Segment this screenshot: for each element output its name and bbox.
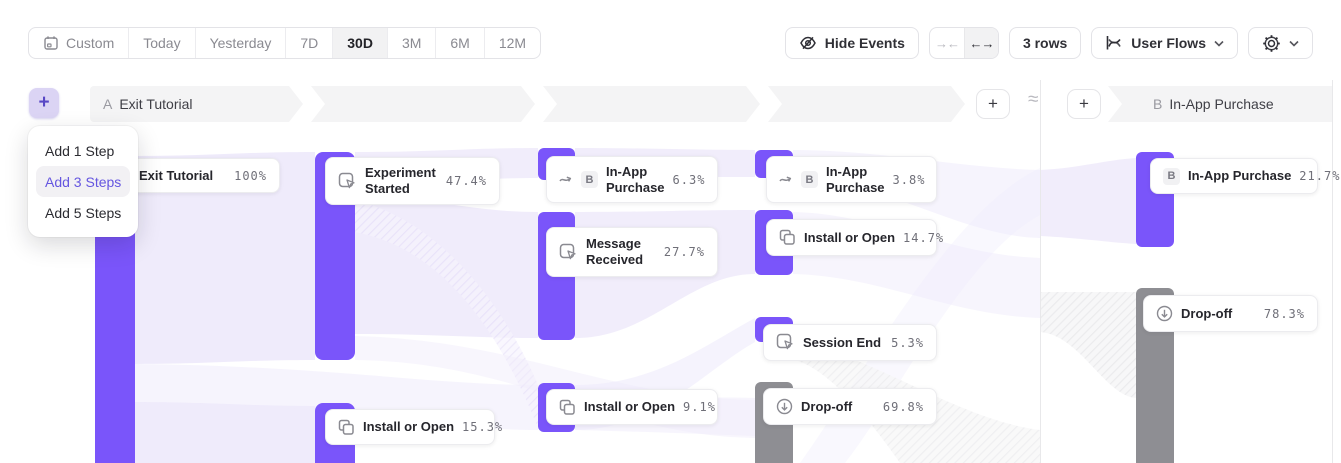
flow-node-in-app-purchase-a[interactable]: B In-App Purchase 6.3% xyxy=(546,156,718,203)
step-title: Exit Tutorial xyxy=(119,96,192,112)
step-header-b[interactable]: B In-App Purchase xyxy=(1108,86,1332,122)
gap-squiggle-icon: ≈ xyxy=(1026,90,1040,110)
node-value: 9.1% xyxy=(683,400,716,414)
flow-node-in-app-purchase-final[interactable]: B In-App Purchase 21.7% xyxy=(1150,158,1318,194)
node-label: Message Received xyxy=(586,236,656,268)
step-header-3[interactable] xyxy=(543,86,760,122)
node-value: 15.3% xyxy=(462,420,503,434)
node-value: 21.7% xyxy=(1299,169,1340,183)
node-value: 3.8% xyxy=(893,173,926,187)
step-header-a[interactable]: A Exit Tutorial xyxy=(90,86,303,122)
flow-node-install-or-open-a[interactable]: Install or Open 15.3% xyxy=(325,409,495,445)
event-cursor-icon xyxy=(776,333,795,352)
node-value: 78.3% xyxy=(1264,307,1305,321)
node-label: Exit Tutorial xyxy=(139,168,213,184)
node-label: Drop-off xyxy=(801,399,852,415)
event-cursor-icon xyxy=(559,243,578,262)
node-label: In-App Purchase xyxy=(1188,168,1291,184)
copy-icon xyxy=(559,399,576,416)
drop-off-icon xyxy=(776,398,793,415)
step-letter: B xyxy=(1153,96,1162,112)
flow-node-install-or-open-c[interactable]: Install or Open 14.7% xyxy=(766,219,937,256)
node-label: Session End xyxy=(803,335,881,351)
jump-arrow-icon xyxy=(559,174,573,185)
add-step-button-b[interactable]: + xyxy=(1067,89,1101,119)
jump-arrow-icon xyxy=(779,174,793,185)
node-value: 27.7% xyxy=(664,245,705,259)
add-step-menu: Add 1 Step Add 3 Steps Add 5 Steps xyxy=(28,126,138,237)
node-value: 5.3% xyxy=(891,336,924,350)
flow-node-install-or-open-b[interactable]: Install or Open 9.1% xyxy=(546,389,718,425)
flow-node-drop-off-b[interactable]: Drop-off 78.3% xyxy=(1143,295,1318,332)
node-label: Install or Open xyxy=(363,419,454,435)
menu-item-add-1-step[interactable]: Add 1 Step xyxy=(36,135,130,166)
menu-item-add-3-steps[interactable]: Add 3 Steps xyxy=(36,166,130,197)
step-title: In-App Purchase xyxy=(1169,96,1273,112)
node-label: In-App Purchase xyxy=(606,164,665,196)
node-value: 69.8% xyxy=(883,400,924,414)
event-cursor-icon xyxy=(338,172,357,191)
node-value: 6.3% xyxy=(673,173,706,187)
node-label: In-App Purchase xyxy=(826,164,885,196)
node-label: Drop-off xyxy=(1181,306,1232,322)
flow-node-session-end[interactable]: Session End 5.3% xyxy=(763,324,937,361)
step-header-4[interactable] xyxy=(768,86,965,122)
drop-off-icon xyxy=(1156,305,1173,322)
node-label: Install or Open xyxy=(804,230,895,246)
step-header-2[interactable] xyxy=(311,86,535,122)
flow-node-exit-tutorial[interactable]: Exit Tutorial 100% xyxy=(126,158,280,193)
node-value: 100% xyxy=(234,169,267,183)
panel-right-border xyxy=(1332,80,1333,463)
node-label: Experiment Started xyxy=(365,165,438,197)
flow-node-message-received[interactable]: Message Received 27.7% xyxy=(546,227,718,277)
flow-node-drop-off-a[interactable]: Drop-off 69.8% xyxy=(763,388,937,425)
add-step-button-active[interactable]: + xyxy=(29,88,59,118)
step-b-badge: B xyxy=(581,171,598,188)
node-value: 47.4% xyxy=(446,174,487,188)
menu-item-add-5-steps[interactable]: Add 5 Steps xyxy=(36,197,130,228)
step-b-badge: B xyxy=(801,171,818,188)
add-step-button-a[interactable]: + xyxy=(976,89,1010,119)
flow-node-experiment-started[interactable]: Experiment Started 47.4% xyxy=(325,157,500,205)
node-label: Install or Open xyxy=(584,399,675,415)
step-letter: A xyxy=(103,96,112,112)
step-b-badge: B xyxy=(1163,168,1180,185)
section-divider xyxy=(1040,80,1041,463)
copy-icon xyxy=(338,419,355,436)
node-value: 14.7% xyxy=(903,231,944,245)
flow-node-in-app-purchase-b[interactable]: B In-App Purchase 3.8% xyxy=(766,156,937,203)
copy-icon xyxy=(779,229,796,246)
